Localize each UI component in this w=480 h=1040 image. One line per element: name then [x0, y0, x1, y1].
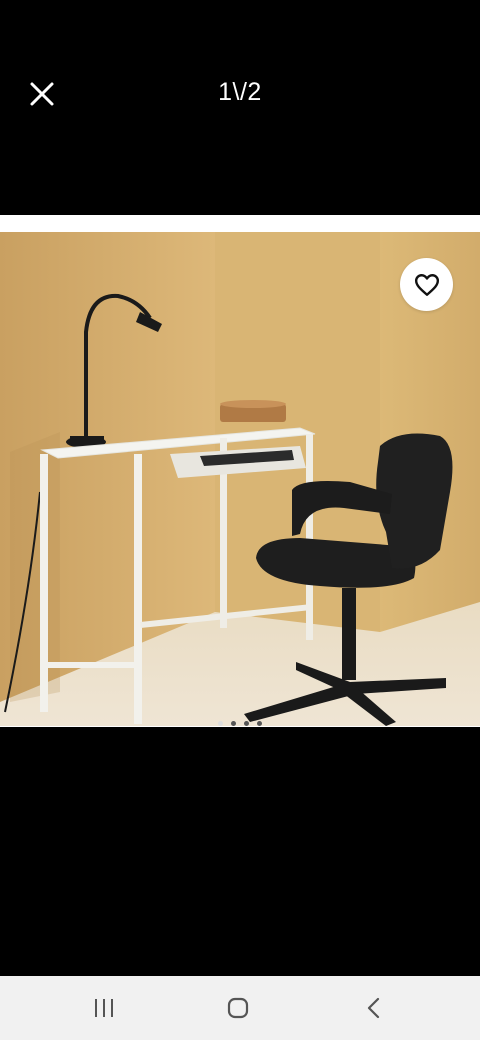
page-dot	[218, 721, 223, 726]
heart-outline-icon	[414, 273, 439, 296]
home-icon	[227, 997, 249, 1019]
system-nav-bar	[0, 976, 480, 1040]
page-indicator	[0, 721, 480, 731]
image-counter: 1\/2	[218, 78, 262, 106]
back-button[interactable]	[344, 984, 404, 1032]
home-button[interactable]	[208, 984, 268, 1032]
product-photo[interactable]	[0, 232, 480, 726]
viewer-top-bar: 1\/2	[0, 0, 480, 190]
image-viewer: 1\/2	[0, 0, 480, 976]
back-icon	[367, 997, 380, 1019]
page-dot	[231, 721, 236, 726]
recents-icon	[95, 999, 113, 1017]
recents-button[interactable]	[74, 984, 134, 1032]
page-dot	[244, 721, 249, 726]
page-dot	[257, 721, 262, 726]
favorite-button[interactable]	[400, 258, 453, 311]
